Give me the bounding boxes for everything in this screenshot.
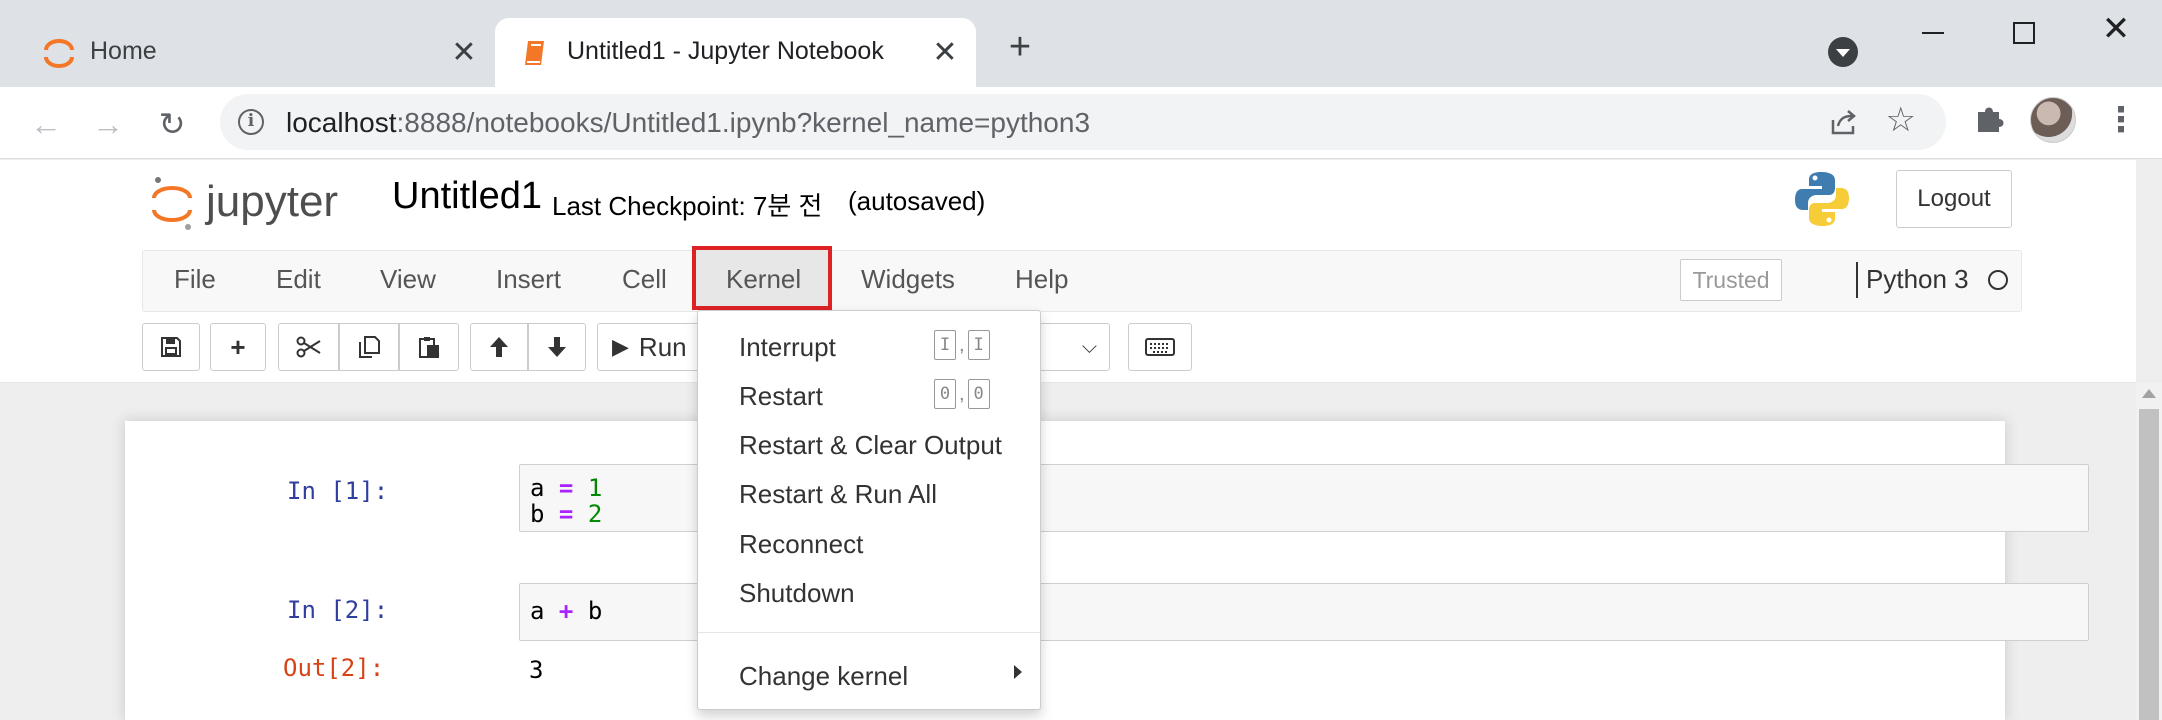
new-tab-button[interactable]: + [1002, 28, 1038, 66]
code-line: a + b [530, 597, 603, 625]
site-info-icon[interactable]: i [238, 109, 264, 135]
paste-button[interactable] [399, 323, 459, 371]
cell-output: 3 [529, 656, 544, 684]
back-arrow-icon[interactable]: ← [26, 105, 66, 145]
save-icon [161, 337, 181, 357]
menu-kernel[interactable]: Kernel [726, 264, 801, 295]
paste-icon [419, 337, 439, 358]
scroll-up-icon[interactable] [2142, 389, 2156, 398]
code-line: a = 1 [530, 474, 603, 502]
chevron-down-icon: ⌵ [1081, 336, 1097, 358]
key-icon: I [934, 330, 956, 360]
kernel-divider [1856, 262, 1858, 298]
menu-help[interactable]: Help [1015, 264, 1068, 295]
menu-item-restart-run-all[interactable]: Restart & Run All [739, 479, 937, 510]
notebook-name[interactable]: Untitled1 [392, 175, 542, 218]
keyboard-icon [1145, 338, 1175, 356]
python-logo-icon [1795, 172, 1849, 226]
input-prompt: In [2]: [287, 596, 389, 624]
extensions-puzzle-icon[interactable] [1972, 100, 2008, 136]
browser-menu-icon[interactable]: ⋮ [2104, 103, 2138, 139]
svg-text:jupyter: jupyter [204, 177, 338, 226]
reload-icon[interactable]: ↻ [152, 105, 192, 145]
scissors-icon [296, 336, 321, 358]
menu-item-shutdown[interactable]: Shutdown [739, 578, 855, 609]
copy-button[interactable] [339, 323, 399, 371]
autosave-status: (autosaved) [848, 186, 986, 216]
tab-search-icon[interactable] [1828, 37, 1858, 67]
copy-icon [359, 336, 380, 358]
logout-button[interactable]: Logout [1896, 170, 2012, 228]
close-tab-icon[interactable]: ✕ [928, 35, 962, 69]
menu-item-restart[interactable]: Restart [739, 381, 823, 412]
jupyter-logo[interactable]: jupyter [150, 172, 390, 232]
last-checkpoint: Last Checkpoint: 7분 전 [552, 191, 823, 221]
minimize-window-button[interactable] [1914, 14, 1954, 50]
menu-item-reconnect[interactable]: Reconnect [739, 529, 863, 560]
input-prompt: In [1]: [287, 477, 389, 505]
kernel-idle-indicator-icon [1988, 270, 2008, 290]
output-prompt: Out[2]: [283, 654, 385, 682]
move-up-button[interactable] [470, 323, 528, 371]
menu-widgets[interactable]: Widgets [861, 264, 955, 295]
run-label: Run [638, 331, 687, 362]
menu-divider [698, 632, 1040, 633]
page-scrollbar[interactable] [2136, 383, 2162, 720]
tab-home[interactable]: Home ✕ [0, 18, 495, 87]
interrupt-shortcut: I , I [934, 330, 990, 360]
menu-edit[interactable]: Edit [276, 264, 321, 295]
command-palette-button[interactable] [1128, 323, 1192, 371]
share-icon[interactable] [1828, 106, 1860, 138]
kernel-name[interactable]: Python 3 [1866, 264, 1969, 295]
menu-insert[interactable]: Insert [496, 264, 561, 295]
menu-file[interactable]: File [174, 264, 216, 295]
trusted-indicator[interactable]: Trusted [1680, 259, 1782, 301]
restart-shortcut: 0 , 0 [934, 379, 990, 409]
submenu-caret-icon [1014, 665, 1022, 679]
save-button[interactable] [142, 323, 200, 371]
code-line: b = 2 [530, 500, 603, 528]
notebook-container: In [1]: a = 1 b = 2 In [2]: a + b Out[2]… [125, 421, 2089, 720]
url-text[interactable]: localhost:8888/notebooks/Untitled1.ipynb… [286, 107, 1090, 139]
browser-toolbar: ← → ↻ i localhost:8888/notebooks/Untitle… [0, 87, 2162, 159]
tab-untitled1[interactable]: Untitled1 - Jupyter Notebook ✕ [495, 18, 976, 87]
key-icon: I [967, 330, 990, 360]
close-tab-icon[interactable]: ✕ [447, 35, 481, 69]
menu-cell[interactable]: Cell [622, 264, 667, 295]
tab-title: Untitled1 - Jupyter Notebook [567, 37, 884, 65]
play-icon: ▶ [612, 334, 629, 359]
arrow-up-icon [490, 337, 508, 357]
key-icon: 0 [934, 379, 956, 409]
forward-arrow-icon[interactable]: → [88, 105, 128, 145]
tab-title: Home [90, 37, 157, 65]
scroll-thumb[interactable] [2139, 409, 2159, 720]
menu-item-interrupt[interactable]: Interrupt [739, 332, 836, 363]
key-icon: 0 [967, 379, 990, 409]
menu-item-change-kernel[interactable]: Change kernel [739, 661, 908, 692]
menu-view[interactable]: View [380, 264, 436, 295]
kernel-dropdown-menu: Interrupt I , I Restart 0 , 0 Restart & … [697, 310, 1041, 710]
close-window-button[interactable]: ✕ [2096, 12, 2136, 50]
bookmark-star-icon[interactable]: ☆ [1886, 100, 1916, 140]
maximize-window-button[interactable] [2004, 14, 2044, 50]
jupyter-favicon-icon [44, 39, 74, 68]
url-host: localhost [286, 107, 397, 138]
url-path: :8888/notebooks/Untitled1.ipynb?kernel_n… [396, 107, 1091, 138]
notebook-favicon-icon [525, 41, 544, 65]
profile-avatar[interactable] [2030, 97, 2076, 143]
insert-cell-button[interactable]: + [210, 323, 266, 371]
address-bar[interactable]: i localhost:8888/notebooks/Untitled1.ipy… [220, 94, 1946, 150]
cut-button[interactable] [278, 323, 339, 371]
arrow-down-icon [548, 337, 566, 357]
move-down-button[interactable] [528, 323, 586, 371]
menu-item-restart-clear-output[interactable]: Restart & Clear Output [739, 430, 1002, 461]
